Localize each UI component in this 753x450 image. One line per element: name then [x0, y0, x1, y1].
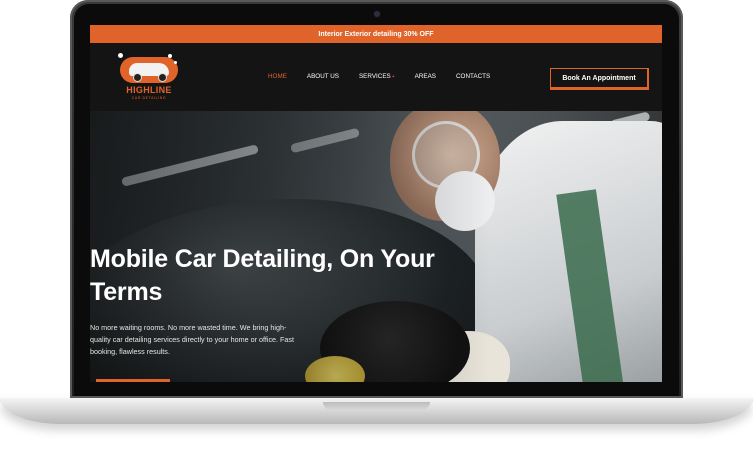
- site-header: HIGHLINE CAR DETAILING HOME ABOUT US SER…: [90, 43, 662, 111]
- brand-name: HIGHLINE: [126, 85, 172, 95]
- bubble-icon: [118, 53, 123, 58]
- bubble-icon: [168, 54, 172, 58]
- main-nav: HOME ABOUT US SERVICES+ AREAS CONTACTS: [268, 73, 510, 80]
- hero-cta-button[interactable]: [96, 379, 170, 382]
- brand-tagline: CAR DETAILING: [131, 96, 167, 100]
- hero-title: Mobile Car Detailing, On Your Terms: [90, 245, 435, 306]
- nav-item-about-us[interactable]: ABOUT US: [307, 73, 339, 80]
- nav-item-services[interactable]: SERVICES+: [359, 73, 395, 80]
- nav-item-services-label: SERVICES: [358, 73, 391, 80]
- camera-icon: [374, 11, 380, 17]
- brand-logo[interactable]: HIGHLINE CAR DETAILING: [116, 51, 182, 105]
- bubble-icon: [174, 61, 177, 64]
- book-appointment-button[interactable]: Book An Appointment: [550, 68, 649, 88]
- wheel-icon: [158, 73, 167, 82]
- wheel-icon: [133, 73, 142, 82]
- hero-section: Mobile Car Detailing, On Your Terms No m…: [90, 111, 662, 382]
- plus-icon: +: [391, 74, 395, 80]
- website-screen: Interior Exterior detailing 30% OFF HIGH…: [90, 25, 662, 382]
- laptop-notch: [323, 402, 430, 410]
- promo-text: Interior Exterior detailing 30% OFF: [318, 30, 434, 38]
- hero-description: No more waiting rooms. No more wasted ti…: [90, 323, 295, 356]
- nav-item-contacts[interactable]: CONTACTS: [456, 73, 490, 80]
- promo-bar[interactable]: Interior Exterior detailing 30% OFF: [90, 25, 662, 43]
- book-appointment-label: Book An Appointment: [562, 74, 636, 82]
- nav-item-home[interactable]: HOME: [268, 73, 287, 80]
- nav-item-areas[interactable]: AREAS: [415, 73, 436, 80]
- laptop-mockup: Interior Exterior detailing 30% OFF HIGH…: [0, 0, 753, 450]
